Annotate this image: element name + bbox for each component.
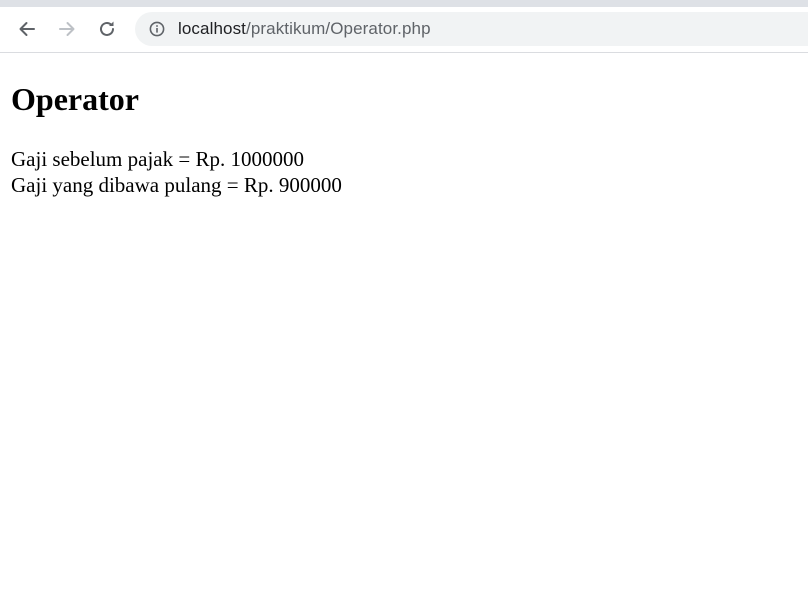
browser-toolbar: localhost/praktikum/Operator.php <box>0 7 808 53</box>
reload-icon <box>100 21 114 36</box>
url-path: /praktikum/Operator.php <box>246 19 431 38</box>
page-title: Operator <box>11 81 139 117</box>
forward-button[interactable] <box>55 17 79 41</box>
page-content: Operator Gaji sebelum pajak = Rp. 100000… <box>0 53 808 198</box>
arrow-left-icon <box>19 22 35 36</box>
url-host: localhost <box>178 19 246 38</box>
take-home-salary-text: Gaji yang dibawa pulang = Rp. 900000 <box>11 173 342 197</box>
arrow-right-icon <box>59 22 75 36</box>
address-bar[interactable]: localhost/praktikum/Operator.php <box>135 12 808 46</box>
browser-top-strip <box>0 0 808 7</box>
reload-button[interactable] <box>95 17 119 41</box>
url-text[interactable]: localhost/praktikum/Operator.php <box>178 12 431 46</box>
back-button[interactable] <box>15 17 39 41</box>
info-circle-icon[interactable] <box>149 21 165 37</box>
salary-before-tax-text: Gaji sebelum pajak = Rp. 1000000 <box>11 147 304 171</box>
